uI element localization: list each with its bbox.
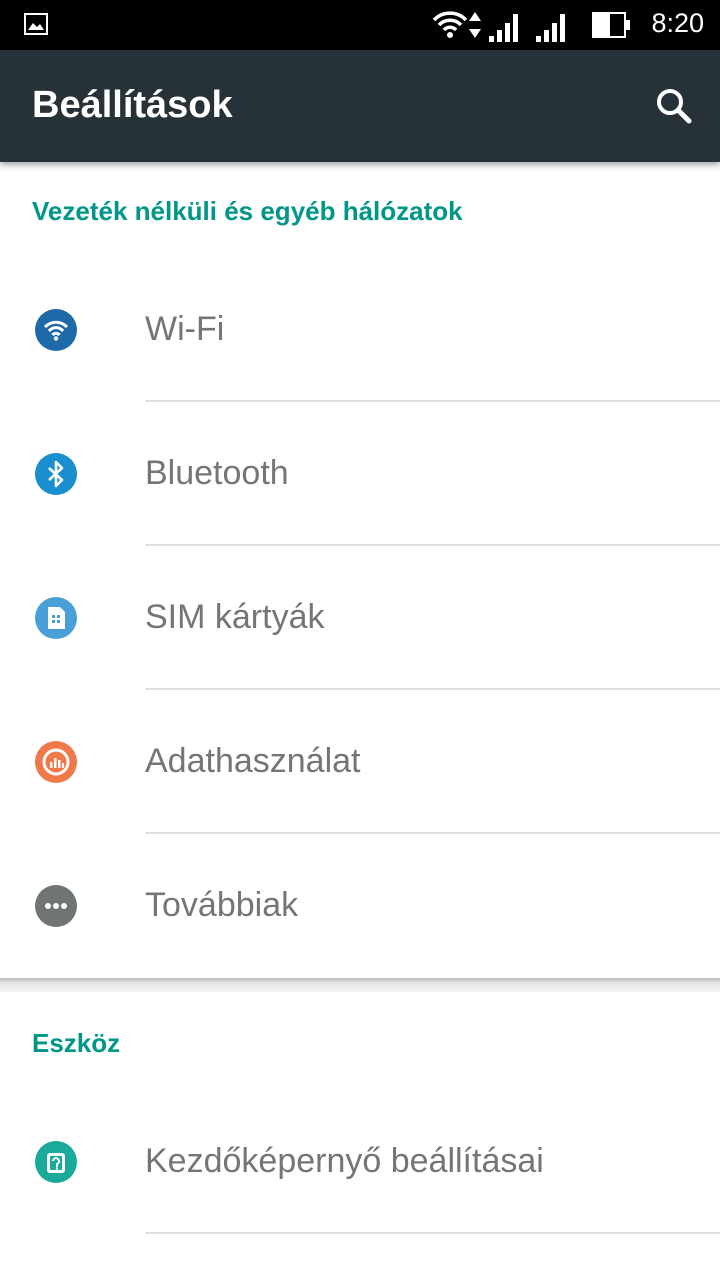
settings-item-label: Kezdőképernyő beállításai	[145, 1142, 544, 1180]
settings-item-wifi[interactable]: Wi-Fi	[0, 258, 720, 402]
bluetooth-icon	[35, 453, 77, 495]
settings-item-bluetooth[interactable]: Bluetooth	[0, 402, 720, 546]
sim-card-icon	[35, 597, 77, 639]
section-separator	[0, 978, 720, 992]
settings-item-home-screen[interactable]: Kezdőképernyő beállításai	[0, 1090, 720, 1234]
settings-item-sim-cards[interactable]: SIM kártyák	[0, 546, 720, 690]
data-activity-icon	[469, 12, 481, 38]
settings-item-label: Adathasználat	[145, 742, 361, 780]
wifi-icon	[35, 309, 77, 351]
battery-icon	[592, 12, 630, 38]
divider	[145, 1232, 720, 1234]
signal-icon	[489, 14, 518, 42]
section-header-device: Eszköz	[32, 1028, 121, 1058]
image-notification-icon	[24, 13, 48, 35]
action-bar: Beállítások	[0, 50, 720, 162]
signal-icon	[536, 14, 565, 42]
search-icon	[657, 89, 692, 124]
data-usage-icon	[35, 741, 77, 783]
settings-item-more[interactable]: Továbbiak	[0, 834, 720, 978]
settings-item-label: Továbbiak	[145, 886, 299, 924]
settings-item-label: Bluetooth	[145, 454, 289, 492]
settings-item-label: Wi-Fi	[145, 310, 225, 348]
settings-item-data-usage[interactable]: Adathasználat	[0, 690, 720, 834]
page-title: Beállítások	[32, 84, 233, 126]
wifi-icon	[432, 11, 468, 38]
status-bar: 8:20	[0, 0, 720, 50]
status-time: 8:20	[651, 8, 704, 38]
more-icon	[35, 885, 77, 927]
settings-item-label: SIM kártyák	[145, 598, 325, 636]
section-header-wireless: Vezeték nélküli és egyéb hálózatok	[32, 196, 463, 226]
home-settings-icon	[35, 1141, 77, 1183]
search-button[interactable]	[650, 82, 698, 130]
